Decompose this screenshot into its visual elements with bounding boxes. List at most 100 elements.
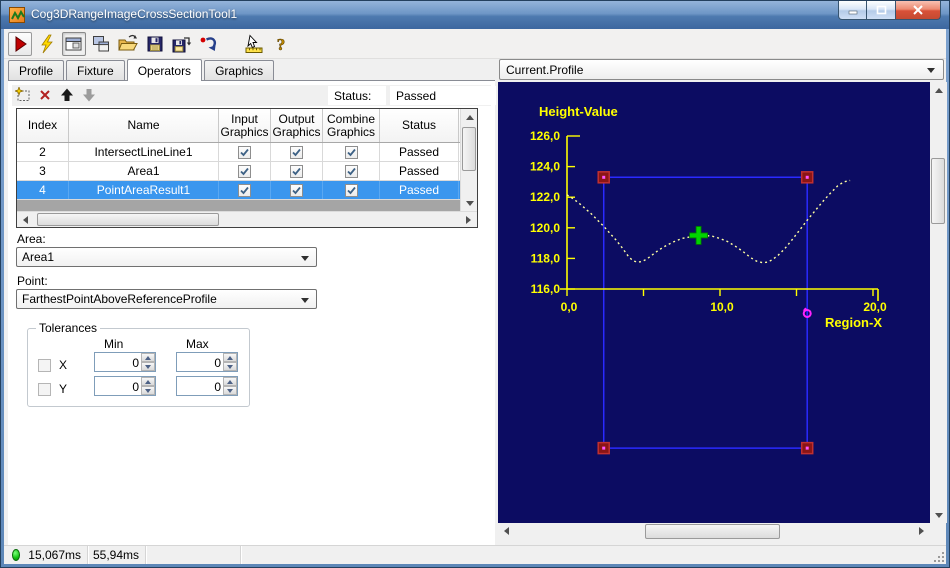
scroll-thumb[interactable] bbox=[931, 158, 945, 224]
point-combobox-value: FarthestPointAboveReferenceProfile bbox=[22, 292, 217, 306]
tolerance-row-x: X bbox=[38, 355, 67, 375]
main-toolbar: ? bbox=[4, 29, 946, 59]
scroll-down-arrow[interactable] bbox=[930, 507, 947, 523]
table-vertical-scrollbar[interactable] bbox=[460, 109, 477, 211]
x-min-spinner[interactable]: 0 bbox=[94, 352, 156, 372]
spin-down-arrow[interactable] bbox=[223, 386, 237, 395]
app-icon bbox=[9, 7, 25, 23]
delete-operator-button[interactable] bbox=[34, 85, 56, 105]
tab-graphics[interactable]: Graphics bbox=[204, 60, 275, 80]
window-title: Cog3DRangeImageCrossSectionTool1 bbox=[31, 7, 238, 21]
tab-operators[interactable]: Operators bbox=[126, 59, 203, 81]
tolerance-y-checkbox[interactable] bbox=[38, 382, 51, 396]
run-button[interactable] bbox=[8, 31, 32, 56]
spin-up-arrow[interactable] bbox=[141, 377, 155, 386]
open-button[interactable] bbox=[116, 32, 140, 56]
y-max-spinner[interactable]: 0 bbox=[176, 376, 238, 396]
save-as-button[interactable] bbox=[170, 32, 194, 56]
trigger-button[interactable] bbox=[35, 32, 59, 56]
tolerances-groupbox: Tolerances Min Max X 0 0 Y 0 0 bbox=[27, 321, 250, 407]
column-header-name[interactable]: Name bbox=[69, 109, 219, 142]
float-result-button[interactable] bbox=[89, 32, 113, 56]
y-axis-title: Height-Value bbox=[539, 104, 618, 119]
max-header: Max bbox=[186, 337, 209, 351]
graphics-checkbox[interactable] bbox=[219, 181, 271, 199]
status-value: Passed bbox=[390, 86, 496, 105]
scroll-thumb[interactable] bbox=[645, 524, 780, 539]
point-label: Point: bbox=[17, 274, 48, 288]
scroll-thumb[interactable] bbox=[37, 213, 219, 226]
add-operator-button[interactable] bbox=[12, 85, 34, 105]
graphics-checkbox[interactable] bbox=[323, 162, 380, 180]
tab-fixture[interactable]: Fixture bbox=[66, 60, 125, 80]
display-pane: Current.Profile 0,0 10,0 20,0 116,0 118,0 120… bbox=[498, 59, 947, 545]
graphics-checkbox[interactable] bbox=[219, 143, 271, 161]
help-button[interactable]: ? bbox=[269, 32, 293, 56]
spin-down-arrow[interactable] bbox=[223, 362, 237, 371]
scroll-right-arrow[interactable] bbox=[460, 212, 477, 228]
graphics-checkbox[interactable] bbox=[323, 181, 380, 199]
spin-up-arrow[interactable] bbox=[223, 353, 237, 362]
cell-name: PointAreaResult1 bbox=[69, 181, 219, 199]
electrode-tool-button[interactable] bbox=[242, 32, 266, 56]
y-min-spinner[interactable]: 0 bbox=[94, 376, 156, 396]
svg-text:20,0: 20,0 bbox=[863, 300, 887, 314]
spin-up-arrow[interactable] bbox=[223, 377, 237, 386]
svg-text:0,0: 0,0 bbox=[561, 300, 578, 314]
scroll-left-arrow[interactable] bbox=[498, 523, 515, 539]
table-row[interactable]: 2 IntersectLineLine1 Passed bbox=[17, 143, 460, 162]
table-horizontal-scrollbar[interactable] bbox=[17, 211, 477, 227]
column-header-input-graphics[interactable]: Input Graphics bbox=[219, 109, 271, 142]
scroll-up-arrow[interactable] bbox=[461, 109, 478, 125]
column-header-status[interactable]: Status bbox=[380, 109, 459, 142]
maximize-button[interactable] bbox=[867, 1, 895, 20]
table-header[interactable]: Index Name Input Graphics Output Graphics Co… bbox=[17, 109, 460, 143]
svg-text:10,0: 10,0 bbox=[710, 300, 734, 314]
cell-name: Area1 bbox=[69, 162, 219, 180]
resize-grip[interactable] bbox=[932, 550, 944, 562]
chart-vertical-scrollbar[interactable] bbox=[930, 82, 947, 523]
graphics-checkbox[interactable] bbox=[323, 143, 380, 161]
x-max-spinner[interactable]: 0 bbox=[176, 352, 238, 372]
scroll-thumb[interactable] bbox=[462, 127, 476, 171]
tolerance-x-checkbox[interactable] bbox=[38, 358, 51, 372]
scroll-left-arrow[interactable] bbox=[17, 212, 34, 228]
chart-horizontal-scrollbar[interactable] bbox=[498, 523, 930, 541]
spin-up-arrow[interactable] bbox=[141, 353, 155, 362]
operators-toolbar: Status: Passed bbox=[12, 85, 496, 106]
area-combobox[interactable]: Area1 bbox=[16, 247, 317, 267]
table-row[interactable]: 3 Area1 Passed bbox=[17, 162, 460, 181]
spinner-value: 0 bbox=[132, 380, 139, 394]
cell-index: 4 bbox=[17, 181, 69, 199]
tolerances-legend: Tolerances bbox=[36, 321, 101, 335]
scroll-up-arrow[interactable] bbox=[930, 82, 947, 98]
point-combobox[interactable]: FarthestPointAboveReferenceProfile bbox=[16, 289, 317, 309]
column-header-combine-graphics[interactable]: Combine Graphics bbox=[323, 109, 380, 142]
move-up-button[interactable] bbox=[56, 85, 78, 105]
svg-text:118,0: 118,0 bbox=[531, 251, 561, 265]
graphics-checkbox[interactable] bbox=[271, 162, 323, 180]
minimize-button[interactable] bbox=[838, 1, 867, 20]
record-selector-combobox[interactable]: Current.Profile bbox=[499, 59, 944, 80]
scroll-right-arrow[interactable] bbox=[913, 523, 930, 539]
result-led-icon bbox=[12, 549, 21, 561]
spin-down-arrow[interactable] bbox=[141, 386, 155, 395]
spinner-value: 0 bbox=[214, 356, 221, 370]
save-button[interactable] bbox=[143, 32, 167, 56]
titlebar[interactable]: Cog3DRangeImageCrossSectionTool1 bbox=[1, 1, 949, 29]
x-axis-title: Region-X bbox=[825, 315, 882, 330]
reset-button[interactable] bbox=[197, 32, 221, 56]
table-row[interactable]: 4 PointAreaResult1 Passed bbox=[17, 181, 460, 200]
graphics-checkbox[interactable] bbox=[271, 143, 323, 161]
show-result-toggle[interactable] bbox=[62, 31, 86, 56]
chevron-down-icon bbox=[927, 68, 935, 73]
spin-down-arrow[interactable] bbox=[141, 362, 155, 371]
tab-profile[interactable]: Profile bbox=[8, 60, 65, 80]
close-button[interactable] bbox=[895, 1, 941, 20]
scroll-down-arrow[interactable] bbox=[461, 195, 478, 211]
graphics-checkbox[interactable] bbox=[271, 181, 323, 199]
profile-chart[interactable]: 0,0 10,0 20,0 116,0 118,0 120,0 122,0 124,0 126,… bbox=[498, 82, 930, 523]
column-header-index[interactable]: Index bbox=[17, 109, 69, 142]
column-header-output-graphics[interactable]: Output Graphics bbox=[271, 109, 323, 142]
graphics-checkbox[interactable] bbox=[219, 162, 271, 180]
